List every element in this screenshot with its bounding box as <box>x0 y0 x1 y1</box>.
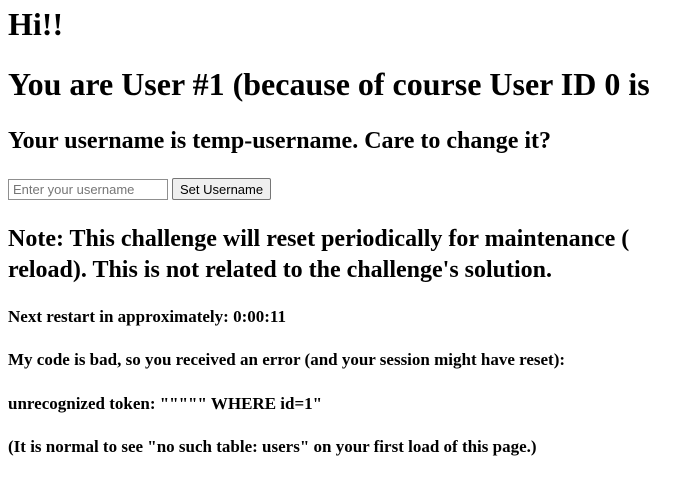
username-heading: Your username is temp-username. Care to … <box>8 128 552 154</box>
restart-time: 0:00:11 <box>233 307 286 326</box>
maintenance-note-line-2: reload). This is not related to the chal… <box>8 257 553 283</box>
restart-label: Next restart in approximately: <box>8 307 229 326</box>
set-username-button[interactable]: Set Username <box>172 178 272 200</box>
maintenance-note-line-1: Note: This challenge will reset periodic… <box>8 226 630 252</box>
error-intro: My code is bad, so you received an error… <box>8 350 566 369</box>
first-load-hint: (It is normal to see "no such table: use… <box>8 437 537 456</box>
username-form: Set Username <box>8 178 272 200</box>
username-input[interactable] <box>8 178 168 200</box>
error-message: unrecognized token: """"" WHERE id=1" <box>8 394 323 413</box>
user-id-heading: You are User #1 (because of course User … <box>8 66 650 102</box>
restart-countdown: Next restart in approximately: 0:00:11 <box>8 307 286 327</box>
maintenance-note: Note: This challenge will reset periodic… <box>8 224 695 286</box>
greeting-heading: Hi!! <box>8 6 64 42</box>
